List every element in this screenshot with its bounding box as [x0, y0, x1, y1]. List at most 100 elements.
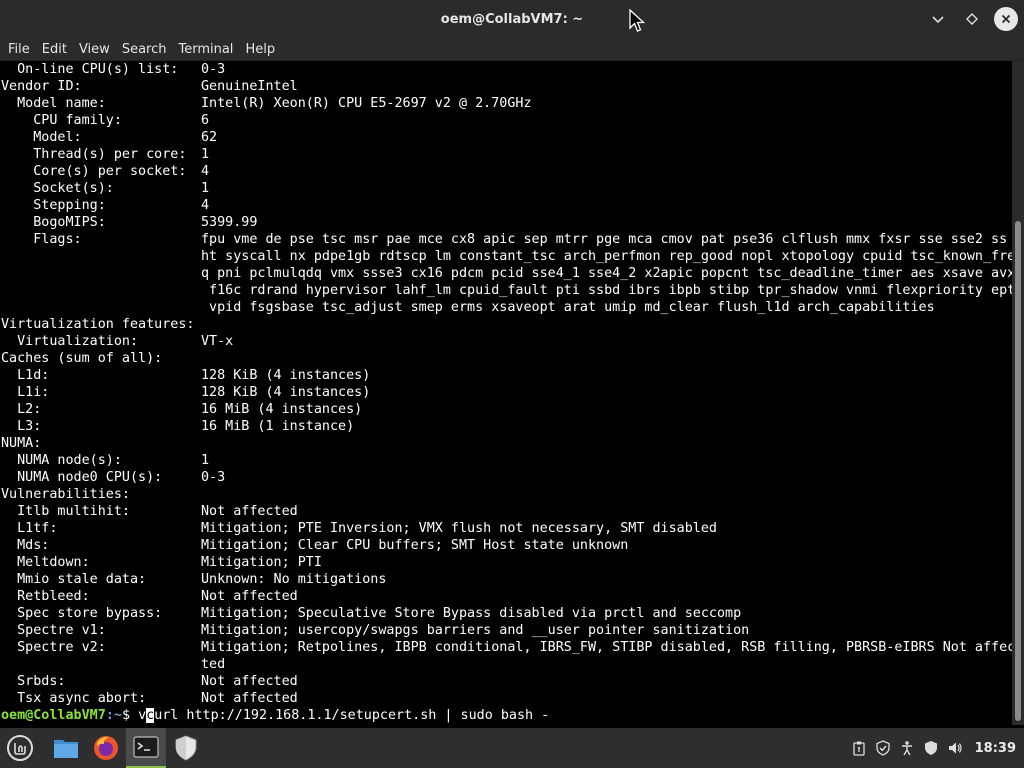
terminal-line: NUMA: — [1, 435, 1012, 452]
terminal-line-value: Intel(R) Xeon(R) CPU E5-2697 v2 @ 2.70GH… — [201, 96, 532, 111]
terminal-line-value: 62 — [201, 130, 218, 145]
terminal-line: CPU family: 6 — [1, 112, 1012, 129]
terminal-line: ted — [1, 656, 1012, 673]
terminal-line-value: fpu vme de pse tsc msr pae mce cx8 apic … — [201, 232, 1008, 247]
shield-icon — [924, 741, 937, 755]
accessibility-tray-button[interactable] — [899, 740, 915, 756]
terminal-line-value: Not affected — [201, 589, 298, 604]
terminal-line: L3: 16 MiB (1 instance) — [1, 418, 1012, 435]
shield-icon — [175, 735, 197, 761]
terminal-line-value: 1 — [201, 181, 210, 196]
terminal-line-value: Not affected — [201, 691, 298, 706]
terminal-line-value: ht syscall nx pdpe1gb rdtscp lm constant… — [201, 249, 1012, 264]
firewall-tray-button[interactable] — [923, 740, 939, 756]
terminal-line-value: vpid fsgsbase tsc_adjust smep erms xsave… — [201, 300, 935, 315]
terminal-line: Virtualization: VT-x — [1, 333, 1012, 350]
menu-launcher-button[interactable] — [0, 728, 40, 768]
terminal-line-key: L1tf: — [1, 521, 58, 536]
update-manager-tray-button[interactable] — [875, 740, 891, 756]
terminal-line-key: NUMA node0 CPU(s): — [1, 470, 163, 485]
terminal-line: L1tf: Mitigation; PTE Inversion; VMX flus… — [1, 520, 1012, 537]
terminal-line: Thread(s) per core: 1 — [1, 146, 1012, 163]
terminal-line: Caches (sum of all): — [1, 350, 1012, 367]
terminal-line-value: 0-3 — [201, 470, 226, 485]
terminal-line-value: 1 — [201, 453, 210, 468]
menu-edit[interactable]: Edit — [36, 42, 73, 57]
terminal-line: Core(s) per socket: 4 — [1, 163, 1012, 180]
terminal-line: BogoMIPS: 5399.99 — [1, 214, 1012, 231]
terminal-line-value: Mitigation; Clear CPU buffers; SMT Host … — [201, 538, 629, 553]
terminal-line-key: NUMA: — [1, 436, 42, 451]
folder-icon — [54, 740, 78, 758]
terminal-line-value: GenuineIntel — [201, 79, 298, 94]
terminal-line-value: 0-3 — [201, 62, 226, 77]
terminal-line: Mds: Mitigation; Clear CPU buffers; SMT H… — [1, 537, 1012, 554]
terminal-line-key: Mds: — [1, 538, 50, 553]
terminal-line-key: Caches (sum of all): — [1, 351, 163, 366]
terminal-line: L2: 16 MiB (4 instances) — [1, 401, 1012, 418]
close-button[interactable] — [994, 7, 1018, 31]
speaker-icon — [948, 742, 962, 754]
menu-file[interactable]: File — [2, 42, 36, 57]
terminal-line-key: Model name: — [1, 96, 106, 111]
terminal-line-value: Mitigation; Retpolines, IBPB conditional… — [201, 640, 1012, 655]
terminal-line-key: Spectre v2: — [1, 640, 106, 655]
terminal-output[interactable]: On-line CPU(s) list: 0-3 Vendor ID: Genuine… — [0, 61, 1012, 725]
terminal-line-value: q pni pclmulqdq vmx ssse3 cx16 pdcm pcid… — [201, 266, 1012, 281]
terminal-line-value: Mitigation; PTI — [201, 555, 322, 570]
security-app-launcher[interactable] — [166, 728, 206, 768]
command-text-after-cursor: url http://192.168.1.1/setupcert.sh | su… — [154, 708, 550, 723]
volume-tray-button[interactable] — [947, 740, 963, 756]
terminal-line: q pni pclmulqdq vmx ssse3 cx16 pdcm pcid… — [1, 265, 1012, 282]
terminal-line-value: Not affected — [201, 674, 298, 689]
menu-bar: File Edit View Search Terminal Help — [0, 38, 1024, 61]
terminal-line-value: Mitigation; usercopy/swapgs barriers and… — [201, 623, 750, 638]
terminal-line: ht syscall nx pdpe1gb rdtscp lm constant… — [1, 248, 1012, 265]
terminal-line: Spectre v2: Mitigation; Retpolines, IBPB … — [1, 639, 1012, 656]
terminal-line-key: Vulnerabilities: — [1, 487, 130, 502]
terminal-line: Vulnerabilities: — [1, 486, 1012, 503]
menu-help[interactable]: Help — [239, 42, 281, 57]
scrollbar-thumb[interactable] — [1015, 221, 1021, 721]
terminal-scrollbar[interactable] — [1012, 61, 1024, 725]
mint-logo-icon — [7, 735, 33, 761]
terminal-line-value: Not affected — [201, 504, 298, 519]
terminal-line: L1d: 128 KiB (4 instances) — [1, 367, 1012, 384]
terminal-line: Srbds: Not affected — [1, 673, 1012, 690]
terminal-line-key: Thread(s) per core: — [1, 147, 187, 162]
terminal-line: Socket(s): 1 — [1, 180, 1012, 197]
terminal-line-value: Mitigation; Speculative Store Bypass dis… — [201, 606, 742, 621]
minimize-button[interactable] — [926, 7, 950, 31]
menu-view[interactable]: View — [73, 42, 116, 57]
terminal-line-key: NUMA node(s): — [1, 453, 122, 468]
terminal-line-value: 16 MiB (1 instance) — [201, 419, 355, 434]
terminal-line-value: f16c rdrand hypervisor lahf_lm cpuid_fau… — [201, 283, 1012, 298]
prompt-line[interactable]: oem@CollabVM7:~$ vcurl http://192.168.1.… — [1, 707, 1012, 724]
terminal-line-key: Flags: — [1, 232, 82, 247]
terminal-line-key: Socket(s): — [1, 181, 114, 196]
firefox-launcher[interactable] — [86, 728, 126, 768]
terminal-launcher[interactable] — [126, 728, 166, 768]
terminal-line: L1i: 128 KiB (4 instances) — [1, 384, 1012, 401]
terminal-line-key: Vendor ID: — [1, 79, 82, 94]
terminal-line: f16c rdrand hypervisor lahf_lm cpuid_fau… — [1, 282, 1012, 299]
terminal-line-value: 4 — [201, 198, 210, 213]
clipboard-tray-button[interactable] — [851, 740, 867, 756]
terminal-line-key: BogoMIPS: — [1, 215, 106, 230]
menu-terminal[interactable]: Terminal — [172, 42, 239, 57]
maximize-button[interactable] — [960, 7, 984, 31]
window-titlebar[interactable]: oem@CollabVM7: ~ — [0, 0, 1024, 38]
terminal-line-key: L1d: — [1, 368, 50, 383]
menu-search[interactable]: Search — [116, 42, 173, 57]
terminal-line-key: Tsx async abort: — [1, 691, 147, 706]
terminal-line: Flags: fpu vme de pse tsc msr pae mce cx8… — [1, 231, 1012, 248]
clock[interactable]: 18:39 — [975, 741, 1016, 756]
terminal-line-key: Srbds: — [1, 674, 66, 689]
chevron-down-icon — [932, 16, 944, 24]
files-launcher[interactable] — [46, 728, 86, 768]
terminal-line: Spec store bypass: Mitigation; Speculativ… — [1, 605, 1012, 622]
terminal-line-key: Stepping: — [1, 198, 106, 213]
terminal-line-key: Retbleed: — [1, 589, 90, 604]
terminal-line: NUMA node(s): 1 — [1, 452, 1012, 469]
terminal-line-key: Itlb multihit: — [1, 504, 130, 519]
